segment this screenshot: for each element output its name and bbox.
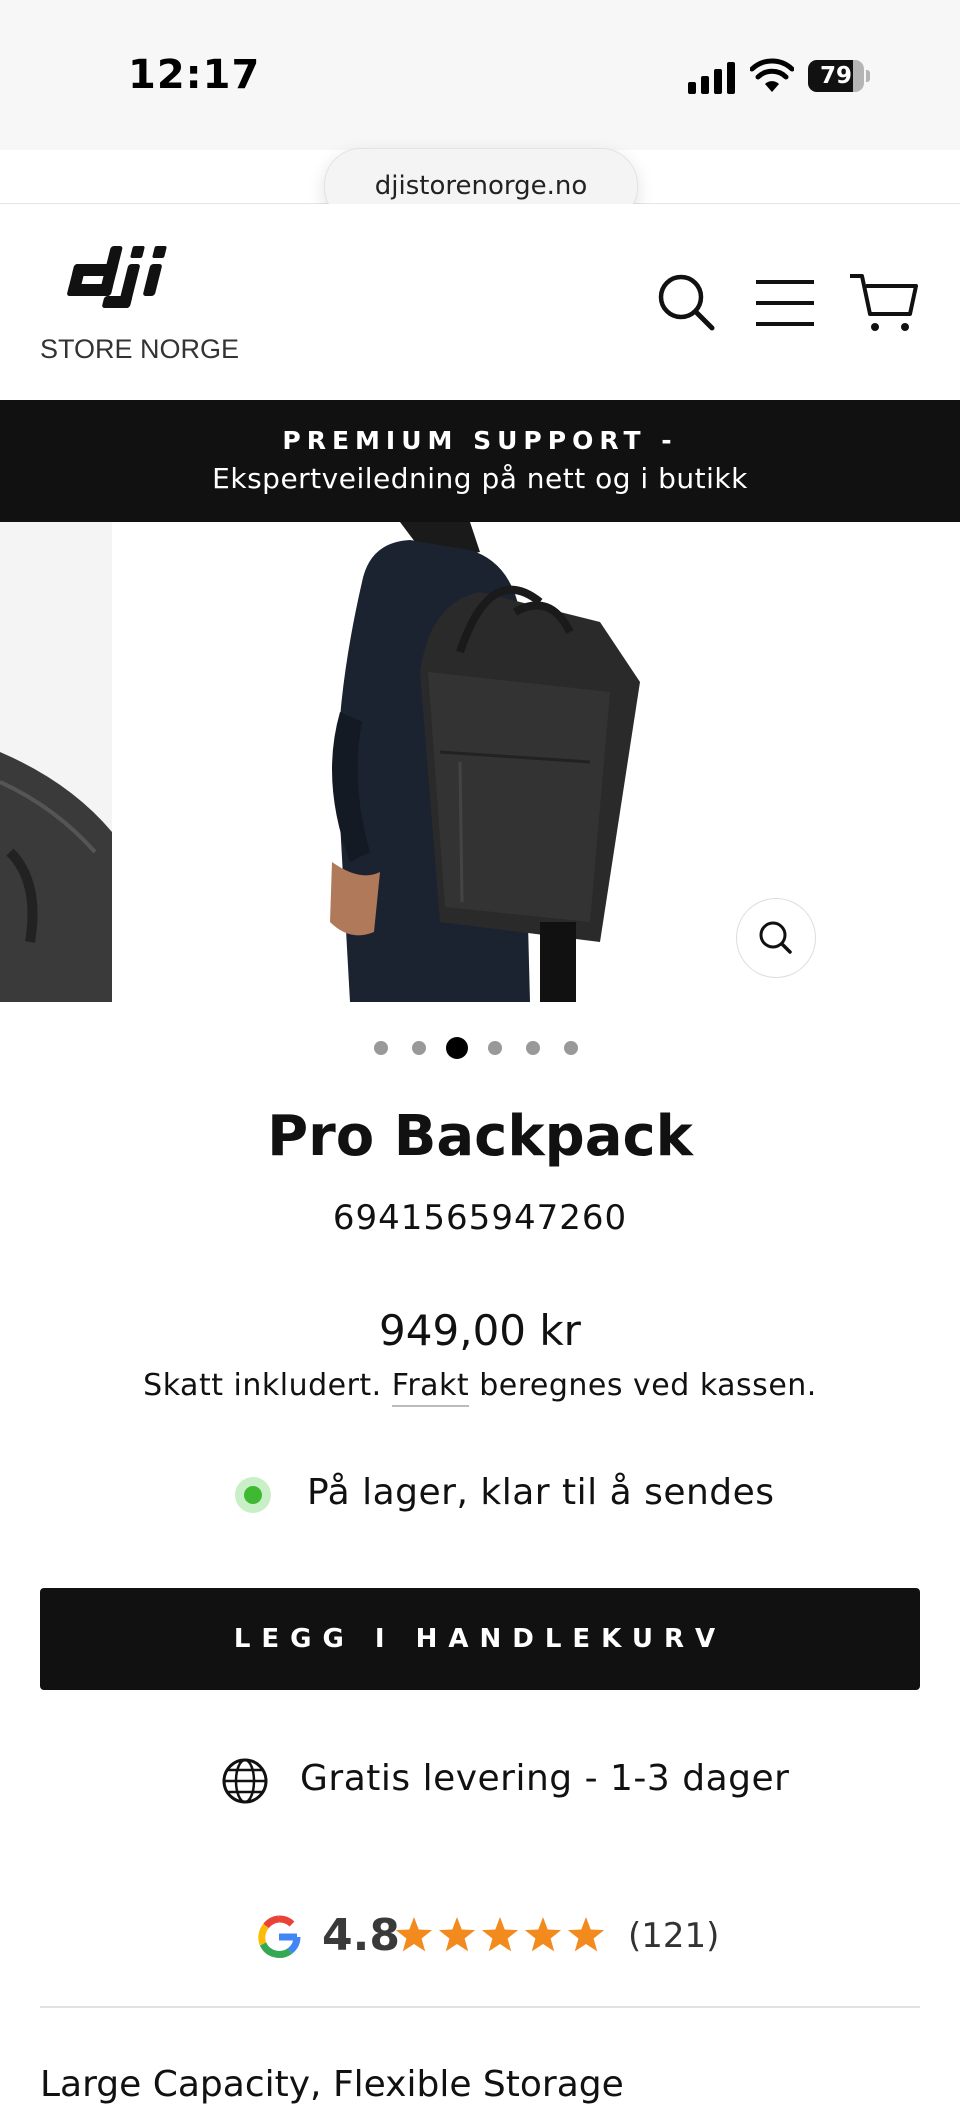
gallery-dot-active[interactable] bbox=[446, 1037, 468, 1059]
feature-heading: Large Capacity, Flexible Storage bbox=[40, 2064, 624, 2105]
gallery-pagination bbox=[0, 1036, 960, 1060]
store-logo[interactable]: STORE NORGE bbox=[40, 242, 240, 364]
battery-level: 79 bbox=[819, 63, 852, 89]
tax-note: Skatt inkludert. Frakt beregnes ved kass… bbox=[0, 1368, 960, 1407]
menu-icon[interactable] bbox=[754, 278, 816, 328]
star-icon bbox=[481, 1917, 519, 1952]
search-icon[interactable] bbox=[656, 272, 716, 332]
product-sku: 6941565947260 bbox=[332, 1198, 628, 1238]
google-icon bbox=[258, 1915, 301, 1958]
site-header: STORE NORGE bbox=[0, 204, 960, 400]
status-bar: 12:17 79 bbox=[0, 0, 960, 150]
zoom-icon bbox=[759, 921, 792, 954]
delivery-text: Gratis levering - 1-3 dager bbox=[300, 1758, 790, 1799]
delivery-info: Gratis levering - 1-3 dager bbox=[0, 1752, 960, 1812]
google-rating[interactable]: 4.8 (121) bbox=[0, 1906, 960, 1966]
gallery-dot[interactable] bbox=[564, 1041, 578, 1055]
rating-stars bbox=[395, 1917, 605, 1952]
globe-icon bbox=[222, 1758, 268, 1804]
star-icon bbox=[438, 1917, 476, 1952]
logo-subtitle: STORE NORGE bbox=[40, 334, 240, 364]
product-image-previous bbox=[0, 522, 112, 1002]
zoom-button[interactable] bbox=[736, 898, 816, 978]
cellular-signal-icon bbox=[688, 62, 735, 94]
battery-icon: 79 bbox=[808, 60, 870, 92]
dji-logo-mark bbox=[67, 246, 167, 308]
url-text: djistorenorge.no bbox=[374, 171, 588, 201]
product-image-main bbox=[310, 522, 670, 1002]
product-title: Pro Backpack bbox=[267, 1104, 693, 1169]
product-price: 949,00 kr bbox=[379, 1306, 581, 1355]
announcement-banner: PREMIUM SUPPORT - Ekspertveiledning på n… bbox=[0, 400, 960, 522]
star-icon bbox=[524, 1917, 562, 1952]
gallery-dot[interactable] bbox=[374, 1041, 388, 1055]
section-divider bbox=[40, 2006, 920, 2008]
rating-score: 4.8 bbox=[322, 1910, 400, 1961]
banner-heading: PREMIUM SUPPORT - bbox=[282, 426, 678, 455]
wifi-icon bbox=[750, 58, 794, 92]
cart-icon[interactable] bbox=[848, 272, 918, 334]
stock-status: På lager, klar til å sendes bbox=[0, 1472, 960, 1522]
gallery-dot[interactable] bbox=[526, 1041, 540, 1055]
status-time: 12:17 bbox=[128, 52, 261, 98]
gallery-dot[interactable] bbox=[488, 1041, 502, 1055]
review-count: (121) bbox=[628, 1916, 720, 1956]
star-icon bbox=[395, 1917, 433, 1952]
stock-text: På lager, klar til å sendes bbox=[307, 1472, 775, 1513]
tax-suffix: beregnes ved kassen. bbox=[469, 1368, 817, 1403]
shipping-link[interactable]: Frakt bbox=[391, 1368, 470, 1407]
star-icon bbox=[567, 1917, 605, 1952]
gallery-dot[interactable] bbox=[412, 1041, 426, 1055]
banner-subtext: Ekspertveiledning på nett og i butikk bbox=[212, 462, 748, 495]
add-to-cart-button[interactable]: LEGG I HANDLEKURV bbox=[40, 1588, 920, 1690]
tax-prefix: Skatt inkludert. bbox=[143, 1368, 392, 1403]
product-gallery[interactable] bbox=[0, 522, 960, 1002]
